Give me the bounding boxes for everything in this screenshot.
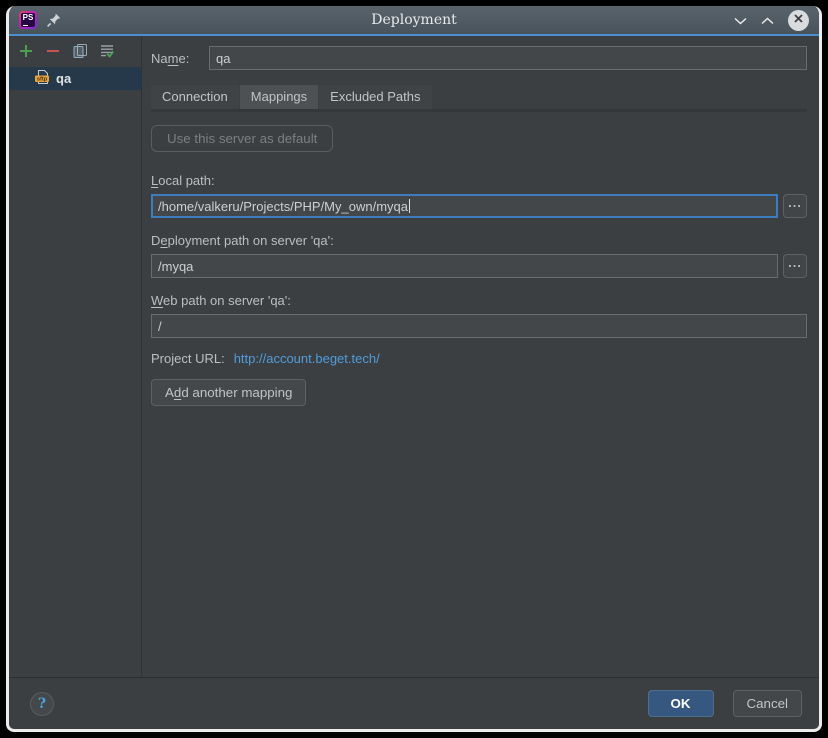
- web-path-label: Web path on server 'qa':: [151, 293, 291, 308]
- tab-connection[interactable]: Connection: [151, 85, 239, 109]
- minimize-button[interactable]: [734, 13, 747, 28]
- add-server-button[interactable]: [18, 44, 34, 60]
- dialog-footer: ? OK Cancel: [9, 677, 819, 729]
- local-path-browse-button[interactable]: ...: [783, 194, 807, 218]
- project-url-link[interactable]: http://account.beget.tech/: [234, 351, 380, 366]
- close-icon: [788, 8, 809, 32]
- use-this-server-as-default-button[interactable]: Use this server as default: [151, 125, 333, 152]
- sftp-file-icon: sftp: [34, 69, 51, 88]
- default-check-icon: [99, 43, 115, 62]
- dialog-body: sftp qa Name: qa Connection Mappings Exc…: [9, 36, 819, 677]
- deployment-dialog: PS Deployment: [6, 6, 822, 732]
- copy-icon: [72, 43, 88, 62]
- add-icon: [19, 44, 33, 61]
- deployment-path-input[interactable]: /myqa: [151, 254, 778, 278]
- name-label: Name:: [151, 51, 209, 66]
- name-input[interactable]: qa: [209, 46, 807, 70]
- mappings-tab-content: Use this server as default Local path: /…: [151, 112, 807, 406]
- remove-icon: [46, 44, 60, 61]
- server-list-panel: sftp qa: [9, 36, 142, 677]
- server-name-label: qa: [56, 71, 71, 86]
- ellipsis-icon: ...: [788, 260, 802, 266]
- use-as-default-button[interactable]: [99, 44, 115, 60]
- deployment-path-label: Deployment path on server 'qa':: [151, 233, 334, 248]
- chevron-up-icon: [761, 13, 774, 28]
- copy-server-button[interactable]: [72, 44, 88, 60]
- server-list-toolbar: [9, 41, 141, 67]
- local-path-input[interactable]: /home/valkeru/Projects/PHP/My_own/myqa: [151, 194, 778, 218]
- window-title: Deployment: [9, 12, 819, 28]
- project-url-label: Project URL:: [151, 351, 225, 366]
- titlebar[interactable]: PS Deployment: [9, 6, 819, 36]
- settings-tabs: Connection Mappings Excluded Paths: [151, 85, 807, 112]
- ok-button[interactable]: OK: [648, 690, 714, 717]
- remove-server-button[interactable]: [45, 44, 61, 60]
- add-another-mapping-button[interactable]: Add another mapping: [151, 379, 306, 406]
- server-list-item-qa[interactable]: sftp qa: [9, 67, 141, 90]
- local-path-label: Local path:: [151, 173, 215, 188]
- web-path-input[interactable]: /: [151, 314, 807, 338]
- server-settings-panel: Name: qa Connection Mappings Excluded Pa…: [142, 36, 819, 677]
- question-mark-icon: ?: [38, 696, 46, 712]
- ellipsis-icon: ...: [788, 200, 802, 206]
- deployment-path-browse-button[interactable]: ...: [783, 254, 807, 278]
- cancel-button[interactable]: Cancel: [733, 690, 803, 717]
- chevron-down-icon: [734, 13, 747, 28]
- maximize-button[interactable]: [761, 13, 774, 28]
- tab-mappings[interactable]: Mappings: [240, 85, 318, 109]
- text-cursor: [409, 199, 410, 213]
- close-button[interactable]: [788, 10, 809, 31]
- svg-text:sftp: sftp: [37, 77, 48, 83]
- help-button[interactable]: ?: [30, 692, 54, 716]
- tab-excluded-paths[interactable]: Excluded Paths: [319, 85, 431, 109]
